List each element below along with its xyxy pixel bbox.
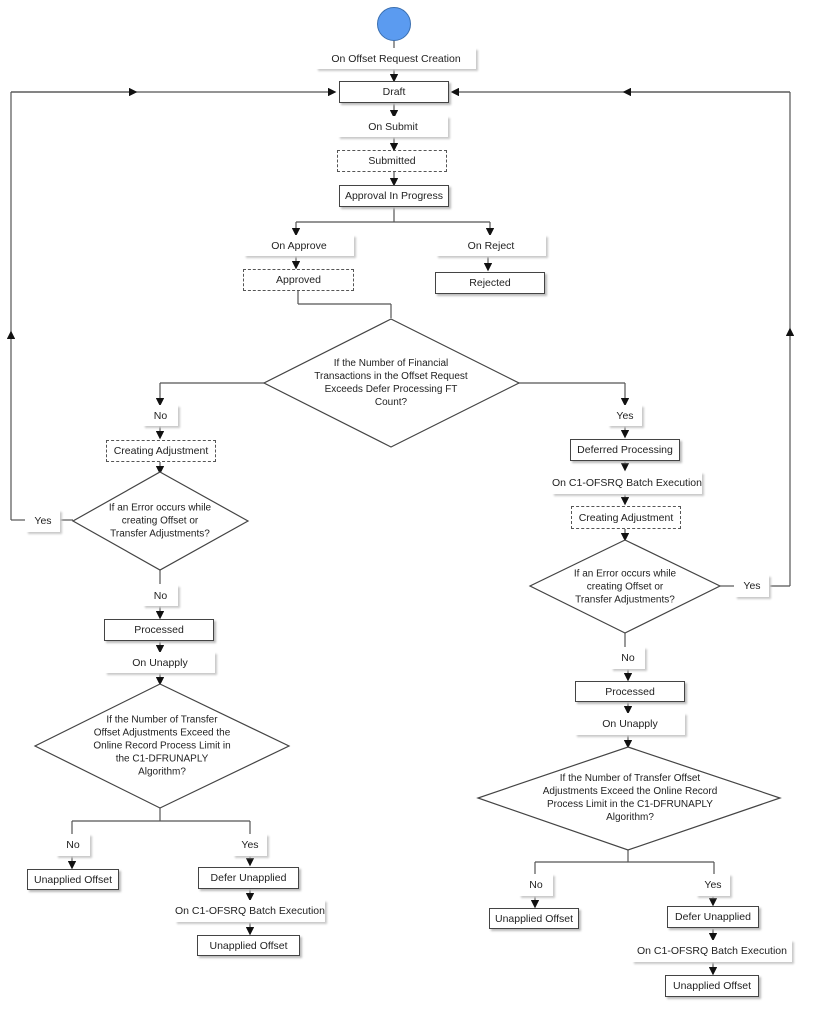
state-unapplied-offset-left-yes: Unapplied Offset [197, 935, 300, 956]
event-batch-execution-left: On C1-OFSRQ Batch Execution [175, 900, 325, 922]
label-no: No [143, 405, 178, 426]
state-defer-unapplied-left: Defer Unapplied [198, 867, 299, 889]
label-yes-unapply-right: Yes [696, 874, 730, 896]
event-on-unapply-left: On Unapply [105, 652, 215, 673]
decision-error-left-text: If an Error occurs while creating Offset… [108, 502, 212, 540]
event-on-reject: On Reject [436, 235, 546, 256]
event-batch-execution-right: On C1-OFSRQ Batch Execution [552, 472, 702, 494]
state-creating-adjustment-left: Creating Adjustment [106, 440, 216, 462]
state-approval-in-progress: Approval In Progress [339, 185, 449, 207]
label-no-unapply-right: No [519, 874, 553, 896]
state-rejected: Rejected [435, 272, 545, 294]
state-submitted: Submitted [337, 150, 447, 172]
state-deferred-processing: Deferred Processing [570, 439, 680, 461]
decision-unapply-left-text: If the Number of Transfer Offset Adjustm… [93, 714, 231, 778]
label-yes-left-loop: Yes [26, 510, 60, 532]
decision-unapply-right-text: If the Number of Transfer Offset Adjustm… [542, 773, 718, 823]
state-unapplied-offset-right-yes: Unapplied Offset [665, 975, 759, 997]
start-node [377, 7, 411, 41]
state-draft: Draft [339, 81, 449, 103]
label-yes-unapply-left: Yes [233, 834, 267, 856]
label-no-left: No [143, 585, 178, 606]
label-no-unapply-left: No [56, 834, 90, 856]
state-approved: Approved [243, 269, 354, 291]
label-yes-right-loop: Yes [735, 575, 769, 597]
label-no-right: No [611, 647, 645, 669]
decision-defer-text: If the Number of Financial Transactions … [314, 358, 468, 408]
event-on-unapply-right: On Unapply [575, 713, 685, 735]
event-on-approve: On Approve [244, 235, 354, 256]
state-unapplied-offset-left-no: Unapplied Offset [27, 869, 119, 890]
label-yes: Yes [608, 405, 642, 426]
event-on-submit: On Submit [338, 116, 448, 137]
state-defer-unapplied-right: Defer Unapplied [667, 906, 759, 928]
state-creating-adjustment-right: Creating Adjustment [571, 506, 681, 529]
event-batch-execution-right-2: On C1-OFSRQ Batch Execution [632, 940, 792, 962]
state-processed-right: Processed [575, 681, 685, 702]
state-processed-left: Processed [104, 619, 214, 641]
event-on-offset-request-creation: On Offset Request Creation [316, 48, 476, 69]
state-unapplied-offset-right-no: Unapplied Offset [489, 908, 579, 929]
decision-error-right-text: If an Error occurs while creating Offset… [573, 568, 677, 606]
